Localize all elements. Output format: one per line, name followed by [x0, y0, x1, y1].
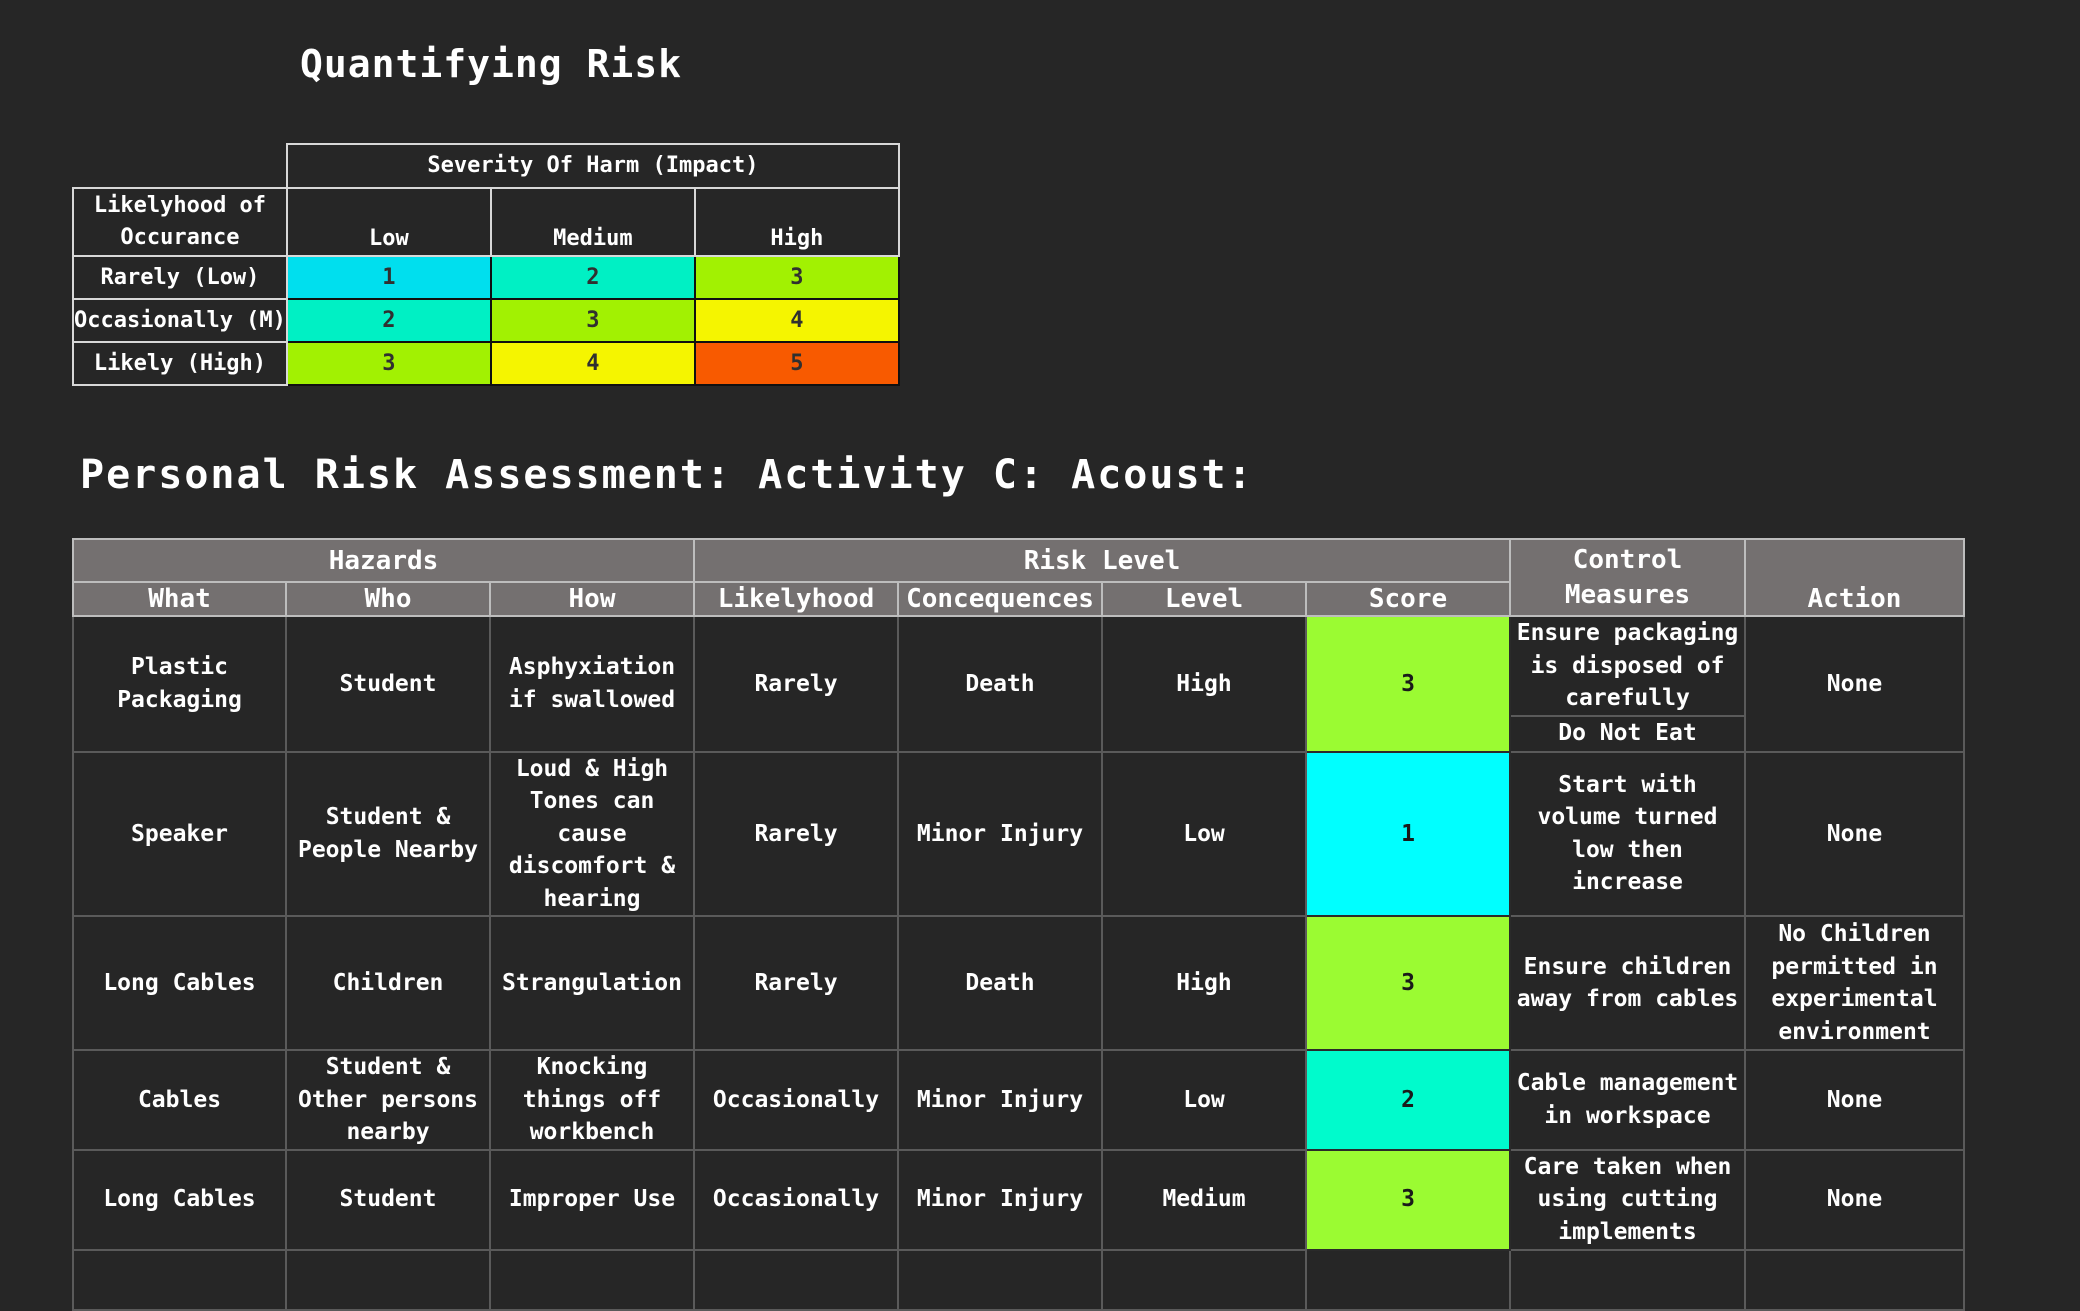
- hazard-how: Improper Use: [489, 1148, 695, 1251]
- risk-likelyhood: Occasionally: [693, 1049, 899, 1151]
- control-measure: Care taken when using cutting implements: [1509, 1148, 1746, 1251]
- control-measure: Ensure children away from cables: [1509, 915, 1746, 1051]
- likelyhood-row-label: Likely (High): [72, 341, 288, 386]
- quantifying-risk-title: Quantifying Risk: [300, 42, 683, 86]
- action-header: Action: [1744, 538, 1965, 617]
- likelyhood-row-label: Occasionally (M): [72, 298, 288, 343]
- risk-likelyhood: Occasionally: [693, 1148, 899, 1251]
- risk-assessment-table: Hazards Risk Level Control Measures Acti…: [72, 538, 1965, 1311]
- risk-score: 3: [1305, 1148, 1511, 1251]
- risk-level: Low: [1101, 1049, 1307, 1151]
- hazard-who: Student & People Nearby: [285, 750, 491, 917]
- severity-col-high: High: [693, 187, 900, 257]
- hazard-who: Student & Other persons nearby: [285, 1049, 491, 1151]
- risk-matrix-table: Severity Of Harm (Impact) Likelyhood of …: [72, 143, 900, 386]
- what-header: What: [72, 581, 287, 617]
- matrix-cell: 2: [285, 298, 492, 343]
- hazard-what: [72, 1248, 287, 1311]
- assessment-title: Personal Risk Assessment: Activity C: Ac…: [80, 452, 1254, 498]
- hazard-how: [489, 1248, 695, 1311]
- severity-col-low: Low: [285, 187, 492, 257]
- hazard-how: Strangulation: [489, 915, 695, 1051]
- matrix-corner-blank: [73, 144, 287, 188]
- hazard-what: Long Cables: [72, 1148, 287, 1251]
- severity-header: Severity Of Harm (Impact): [285, 143, 900, 189]
- hazard-how: Knocking things off workbench: [489, 1049, 695, 1151]
- hazard-what: Speaker: [72, 750, 287, 917]
- risk-level: [1101, 1248, 1307, 1311]
- risk-consequences: Minor Injury: [897, 1049, 1103, 1151]
- action: None: [1744, 615, 1965, 753]
- hazard-how: Loud & High Tones can cause discomfort &…: [489, 750, 695, 917]
- hazard-who: Student: [285, 1148, 491, 1251]
- likelyhood-header: Likelyhood: [693, 581, 899, 617]
- risk-score: 1: [1305, 750, 1511, 917]
- hazard-who: Student: [285, 615, 491, 753]
- hazard-what: Long Cables: [72, 915, 287, 1051]
- risk-consequences: Minor Injury: [897, 1148, 1103, 1251]
- action: None: [1744, 750, 1965, 917]
- risk-score: 2: [1305, 1049, 1511, 1151]
- risk-level: High: [1101, 615, 1307, 753]
- risk-likelyhood: [693, 1248, 899, 1311]
- risk-level: Medium: [1101, 1148, 1307, 1251]
- how-header: How: [489, 581, 695, 617]
- hazard-what: Plastic Packaging: [72, 615, 287, 753]
- control-measure-extra: Do Not Eat: [1509, 714, 1746, 753]
- matrix-cell: 3: [693, 255, 900, 300]
- risk-score: 3: [1305, 915, 1511, 1051]
- severity-col-medium: Medium: [489, 187, 696, 257]
- matrix-cell: 2: [489, 255, 696, 300]
- matrix-cell: 5: [693, 341, 900, 386]
- likelyhood-row-label: Rarely (Low): [72, 255, 288, 300]
- matrix-cell: 1: [285, 255, 492, 300]
- action: [1744, 1248, 1965, 1311]
- hazard-who: Children: [285, 915, 491, 1051]
- level-header: Level: [1101, 581, 1307, 617]
- likelyhood-header: Likelyhood of Occurance: [72, 187, 288, 257]
- control-measures-header: Control Measures: [1509, 538, 1746, 617]
- control-measure: Ensure packaging is disposed of carefull…: [1509, 615, 1746, 717]
- action: No Children permitted in experimental en…: [1744, 915, 1965, 1051]
- control-measure: Start with volume turned low then increa…: [1509, 750, 1746, 917]
- action: None: [1744, 1049, 1965, 1151]
- matrix-cell: 4: [693, 298, 900, 343]
- score-header: Score: [1305, 581, 1511, 617]
- risk-consequences: Death: [897, 915, 1103, 1051]
- action: None: [1744, 1148, 1965, 1251]
- risk-likelyhood: Rarely: [693, 750, 899, 917]
- risk-level: High: [1101, 915, 1307, 1051]
- control-measure: Cable management in workspace: [1509, 1049, 1746, 1151]
- risk-consequences: [897, 1248, 1103, 1311]
- hazard-what: Cables: [72, 1049, 287, 1151]
- matrix-cell: 3: [285, 341, 492, 386]
- who-header: Who: [285, 581, 491, 617]
- risk-likelyhood: Rarely: [693, 615, 899, 753]
- control-measure: [1509, 1248, 1746, 1311]
- risk-likelyhood: Rarely: [693, 915, 899, 1051]
- matrix-cell: 3: [489, 298, 696, 343]
- risk-level-header: Risk Level: [693, 538, 1511, 583]
- hazard-how: Asphyxiation if swallowed: [489, 615, 695, 753]
- risk-score: 3: [1305, 615, 1511, 753]
- hazard-who: [285, 1248, 491, 1311]
- risk-consequences: Death: [897, 615, 1103, 753]
- risk-score: [1305, 1248, 1511, 1311]
- risk-consequences: Minor Injury: [897, 750, 1103, 917]
- matrix-cell: 4: [489, 341, 696, 386]
- hazards-header: Hazards: [72, 538, 695, 583]
- consequences-header: Concequences: [897, 581, 1103, 617]
- risk-level: Low: [1101, 750, 1307, 917]
